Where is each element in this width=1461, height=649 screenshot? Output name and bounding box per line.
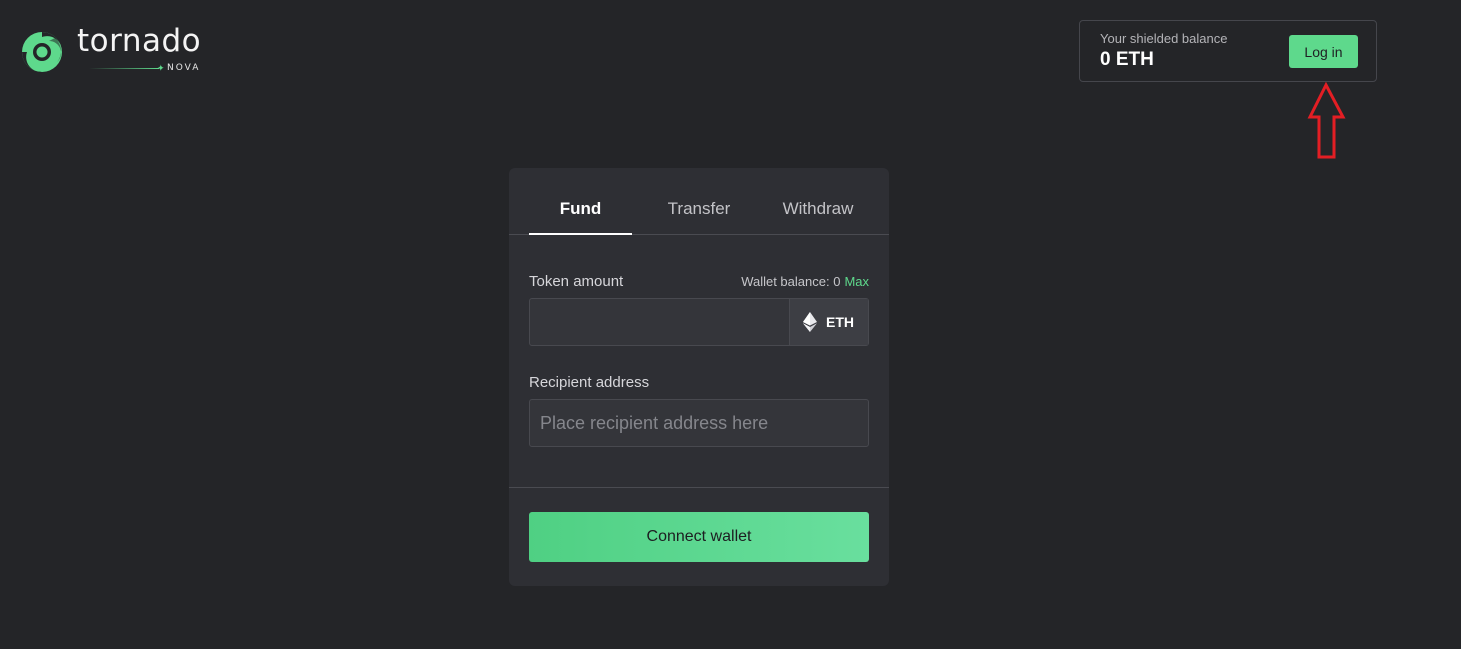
- wallet-balance-text: Wallet balance: 0: [741, 274, 841, 289]
- shielded-balance-panel: Your shielded balance 0 ETH Log in: [1079, 20, 1377, 82]
- tab-withdraw[interactable]: Withdraw: [764, 168, 872, 234]
- recipient-address-input[interactable]: [529, 399, 869, 447]
- shielded-balance-value: 0 ETH: [1100, 49, 1154, 70]
- logo-star-icon: ✦: [157, 63, 165, 73]
- fund-card: Fund Transfer Withdraw Token amount Wall…: [509, 168, 889, 586]
- logo-underline: [89, 68, 159, 69]
- logo-subtitle: NOVA: [167, 63, 201, 73]
- ethereum-icon: [803, 312, 817, 332]
- wallet-balance: Wallet balance: 0 Max: [741, 274, 869, 289]
- up-arrow-icon: [1307, 82, 1346, 159]
- tab-fund[interactable]: Fund: [529, 168, 632, 235]
- recipient-address-label: Recipient address: [529, 374, 650, 391]
- card-divider: [509, 487, 889, 488]
- tornado-swirl-icon: [22, 32, 63, 73]
- logo-wordmark: tornado: [77, 23, 202, 59]
- connect-wallet-button[interactable]: Connect wallet: [529, 512, 869, 562]
- token-symbol: ETH: [826, 314, 854, 330]
- token-amount-input[interactable]: [530, 299, 788, 345]
- token-amount-label: Token amount: [529, 273, 624, 290]
- tornado-nova-logo[interactable]: tornado ✦ NOVA: [19, 23, 209, 77]
- max-link[interactable]: Max: [844, 274, 869, 289]
- login-button[interactable]: Log in: [1289, 35, 1358, 68]
- shielded-balance-label: Your shielded balance: [1100, 31, 1228, 46]
- token-selector[interactable]: ETH: [789, 299, 868, 345]
- tab-transfer[interactable]: Transfer: [639, 168, 759, 234]
- tab-bar: Fund Transfer Withdraw: [509, 168, 889, 235]
- token-amount-field: ETH: [529, 298, 869, 346]
